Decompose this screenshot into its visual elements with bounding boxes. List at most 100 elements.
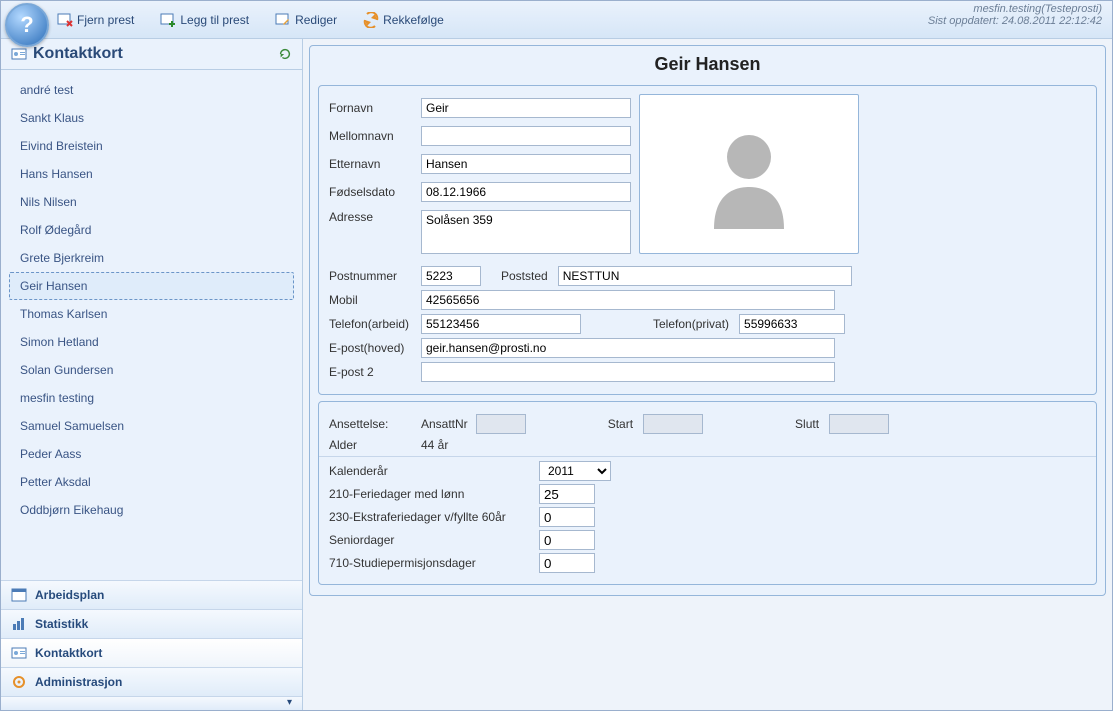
list-item[interactable]: Peder Aass <box>9 440 294 468</box>
nav-kontaktkort[interactable]: Kontaktkort <box>1 638 302 667</box>
list-item[interactable]: Solan Gundersen <box>9 356 294 384</box>
updated-label: Sist oppdatert: 24.08.2011 22:12:42 <box>928 15 1102 27</box>
sidebar: Kontaktkort andré testSankt KlausEivind … <box>1 39 303 710</box>
stats-icon <box>11 616 27 632</box>
mellomnavn-field[interactable] <box>421 126 631 146</box>
label-postnummer: Postnummer <box>329 269 415 283</box>
ekstraferie-field[interactable] <box>539 507 595 527</box>
photo-box <box>639 94 859 254</box>
nav-arbeidsplan[interactable]: Arbeidsplan <box>1 580 302 609</box>
list-item[interactable]: Simon Hetland <box>9 328 294 356</box>
nav-expand[interactable]: ▾ <box>1 696 302 710</box>
avatar-placeholder-icon <box>699 119 799 229</box>
contact-list: andré testSankt KlausEivind BreisteinHan… <box>1 70 302 580</box>
fodselsdato-field[interactable] <box>421 182 631 202</box>
list-item[interactable]: Nils Nilsen <box>9 188 294 216</box>
toolbar-label: Fjern prest <box>77 13 134 27</box>
remove-priest-button[interactable]: Fjern prest <box>51 10 140 30</box>
epost2-field[interactable] <box>421 362 835 382</box>
order-button[interactable]: Rekkefølge <box>357 10 450 30</box>
label-ansattnr: AnsattNr <box>421 417 468 431</box>
seniordager-field[interactable] <box>539 530 595 550</box>
label-mobil: Mobil <box>329 293 415 307</box>
etternavn-field[interactable] <box>421 154 631 174</box>
list-item[interactable]: Petter Aksdal <box>9 468 294 496</box>
contact-icon <box>11 46 27 62</box>
label-epost2: E-post 2 <box>329 365 415 379</box>
nav-label: Kontaktkort <box>35 646 102 660</box>
admin-icon <box>11 674 27 690</box>
telefon-arbeid-field[interactable] <box>421 314 581 334</box>
header-info: mesfin.testing(Testeprosti) Sist oppdate… <box>928 3 1102 27</box>
list-item[interactable]: Eivind Breistein <box>9 132 294 160</box>
fornavn-field[interactable] <box>421 98 631 118</box>
page-title: Geir Hansen <box>318 50 1097 85</box>
contact-icon <box>11 645 27 661</box>
edit-button[interactable]: Rediger <box>269 10 343 30</box>
edit-icon <box>275 12 291 28</box>
list-item[interactable]: Thomas Karlsen <box>9 300 294 328</box>
mobil-field[interactable] <box>421 290 835 310</box>
sidebar-title: Kontaktkort <box>33 45 123 63</box>
calendar-icon <box>11 587 27 603</box>
label-epost-hoved: E-post(hoved) <box>329 341 415 355</box>
nav-statistikk[interactable]: Statistikk <box>1 609 302 638</box>
adresse-field[interactable]: Solåsen 359 <box>421 210 631 254</box>
epost-hoved-field[interactable] <box>421 338 835 358</box>
slutt-field[interactable] <box>829 414 889 434</box>
list-item[interactable]: mesfin testing <box>9 384 294 412</box>
list-item[interactable]: Sankt Klaus <box>9 104 294 132</box>
list-item[interactable]: Rolf Ødegård <box>9 216 294 244</box>
order-icon <box>363 12 379 28</box>
nav-administrasjon[interactable]: Administrasjon <box>1 667 302 696</box>
feriedager-field[interactable] <box>539 484 595 504</box>
label-ansettelse: Ansettelse: <box>329 417 415 431</box>
label-adresse: Adresse <box>329 210 415 224</box>
add-icon <box>160 12 176 28</box>
user-label: mesfin.testing(Testeprosti) <box>928 3 1102 15</box>
label-slutt: Slutt <box>795 417 819 431</box>
label-feriedager: 210-Feriedager med lønn <box>329 487 539 501</box>
label-ekstraferie: 230-Ekstraferiedager v/fyllte 60år <box>329 510 539 524</box>
label-etternavn: Etternavn <box>329 157 415 171</box>
refresh-icon[interactable] <box>278 47 292 61</box>
label-kalenderar: Kalenderår <box>329 464 539 478</box>
telefon-privat-field[interactable] <box>739 314 845 334</box>
employment-group: Ansettelse: AnsattNr Start Slutt Alder 4… <box>318 401 1097 585</box>
kalenderar-select[interactable]: 2011 <box>539 461 611 481</box>
list-item[interactable]: Hans Hansen <box>9 160 294 188</box>
list-item[interactable]: Geir Hansen <box>9 272 294 300</box>
list-item[interactable]: Samuel Samuelsen <box>9 412 294 440</box>
start-field[interactable] <box>643 414 703 434</box>
studieperm-field[interactable] <box>539 553 595 573</box>
label-fornavn: Fornavn <box>329 101 415 115</box>
list-item[interactable]: andré test <box>9 76 294 104</box>
label-seniordager: Seniordager <box>329 533 539 547</box>
label-fodselsdato: Fødselsdato <box>329 185 415 199</box>
label-studieperm: 710-Studiepermisjonsdager <box>329 556 539 570</box>
label-telefon-privat: Telefon(privat) <box>653 317 729 331</box>
person-group: Fornavn Mellomnavn Etternavn <box>318 85 1097 395</box>
label-poststed: Poststed <box>501 269 548 283</box>
postnummer-field[interactable] <box>421 266 481 286</box>
list-item[interactable]: Oddbjørn Eikehaug <box>9 496 294 524</box>
label-start: Start <box>608 417 633 431</box>
poststed-field[interactable] <box>558 266 852 286</box>
sidebar-header: Kontaktkort <box>1 39 302 70</box>
contact-card: Geir Hansen Fornavn Mellomnavn <box>309 45 1106 596</box>
toolbar-label: Rediger <box>295 13 337 27</box>
ansattnr-field[interactable] <box>476 414 526 434</box>
add-priest-button[interactable]: Legg til prest <box>154 10 255 30</box>
alder-value: 44 år <box>421 438 448 452</box>
label-mellomnavn: Mellomnavn <box>329 129 415 143</box>
nav-label: Arbeidsplan <box>35 588 104 602</box>
nav-label: Administrasjon <box>35 675 122 689</box>
nav-label: Statistikk <box>35 617 88 631</box>
toolbar-label: Legg til prest <box>180 13 249 27</box>
remove-icon <box>57 12 73 28</box>
help-button[interactable]: ? <box>5 3 49 47</box>
nav-stack: Arbeidsplan Statistikk Kontaktkort Admin… <box>1 580 302 710</box>
toolbar-label: Rekkefølge <box>383 13 444 27</box>
label-telefon-arbeid: Telefon(arbeid) <box>329 317 415 331</box>
list-item[interactable]: Grete Bjerkreim <box>9 244 294 272</box>
